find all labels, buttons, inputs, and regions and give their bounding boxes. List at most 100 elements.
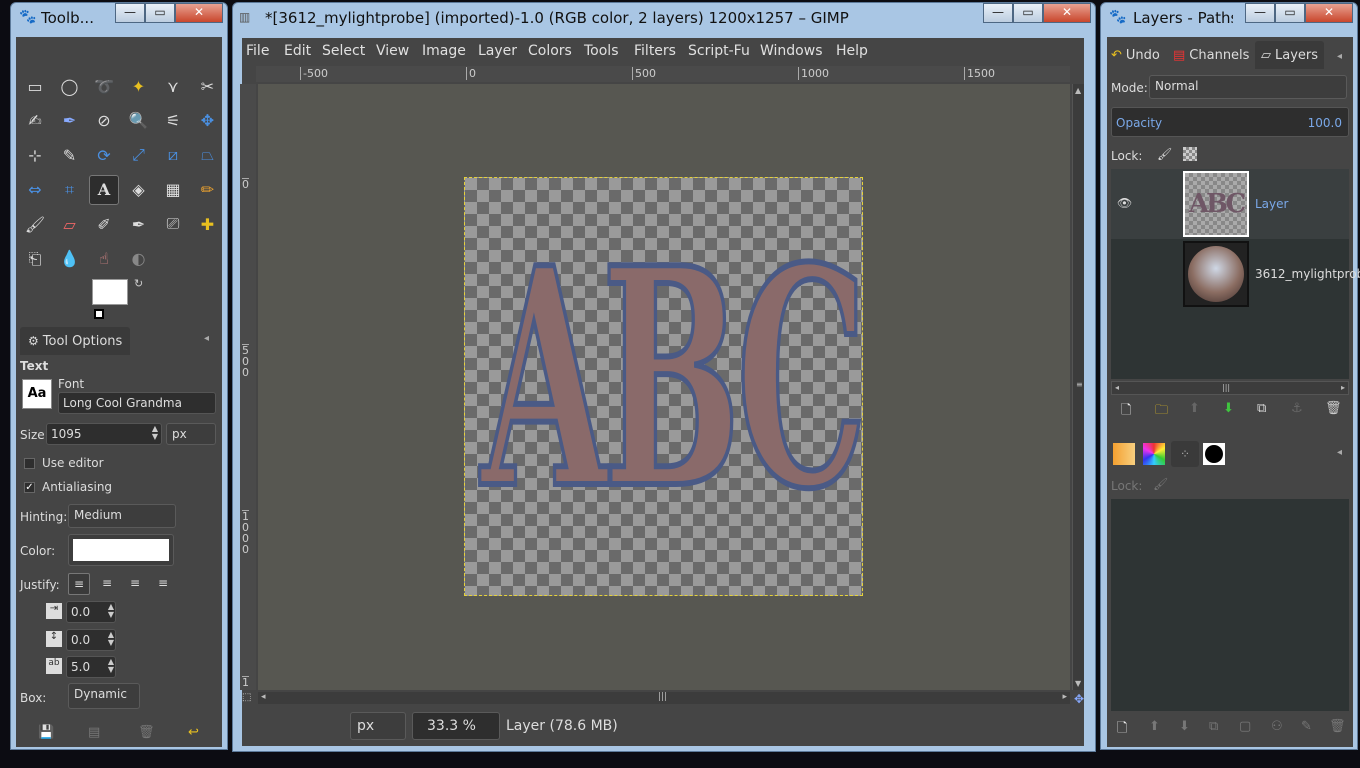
menu-view[interactable]: View bbox=[376, 43, 409, 59]
crop-tool-icon[interactable]: ✎ bbox=[55, 140, 85, 170]
save-options-icon[interactable]: 💾 bbox=[38, 725, 54, 740]
close-button[interactable]: ✕ bbox=[175, 3, 223, 23]
menu-colors[interactable]: Colors bbox=[528, 43, 572, 59]
layer-row[interactable]: 3612_mylightprobe bbox=[1111, 239, 1360, 309]
menu-image[interactable]: Image bbox=[422, 43, 466, 59]
ellipse-select-tool-icon[interactable]: ◯ bbox=[55, 71, 85, 101]
menu-file[interactable]: File bbox=[246, 43, 269, 59]
use-editor-checkbox[interactable] bbox=[24, 458, 35, 469]
panel-menu-icon[interactable]: ◂ bbox=[1337, 51, 1342, 62]
text-tool-icon[interactable]: A bbox=[89, 174, 119, 205]
blur-tool-icon[interactable]: 💧 bbox=[55, 244, 85, 274]
layers-titlebar[interactable]: 🐾 Layers - Paths — ▭ ✕ bbox=[1101, 3, 1357, 33]
perspective-tool-icon[interactable]: ⏢ bbox=[193, 140, 223, 170]
font-preview-button[interactable]: Aa bbox=[22, 379, 52, 409]
menu-windows[interactable]: Windows bbox=[760, 43, 823, 59]
brushes-tab-icon[interactable]: ⁘ bbox=[1171, 441, 1199, 467]
menu-help[interactable]: Help bbox=[836, 43, 868, 59]
select-by-color-tool-icon[interactable]: ⋎ bbox=[158, 71, 188, 101]
color-picker-tool-icon[interactable]: ⊘ bbox=[89, 106, 119, 136]
move-tool-icon[interactable]: ✥ bbox=[193, 106, 223, 136]
line-spacing-spinner[interactable]: ▲ ▼ bbox=[104, 631, 118, 647]
blend-tool-icon[interactable]: ▦ bbox=[158, 175, 188, 205]
panel-menu-icon[interactable]: ◂ bbox=[1337, 447, 1342, 458]
menu-layer[interactable]: Layer bbox=[478, 43, 517, 59]
clone-tool-icon[interactable]: ⎚ bbox=[158, 209, 188, 239]
dodge-burn-tool-icon[interactable]: ◐ bbox=[124, 244, 154, 274]
align-tool-icon[interactable]: ⊹ bbox=[20, 140, 50, 170]
zoom-tool-icon[interactable]: 🔍 bbox=[124, 106, 154, 136]
vertical-scrollbar[interactable]: ▲ ≡ ▼ bbox=[1072, 84, 1084, 690]
menu-select[interactable]: Select bbox=[322, 43, 365, 59]
hinting-select[interactable]: Medium bbox=[68, 504, 176, 528]
delete-options-icon[interactable]: 🗑 bbox=[138, 725, 155, 740]
minimize-button[interactable]: — bbox=[983, 3, 1013, 23]
menu-filters[interactable]: Filters bbox=[634, 43, 676, 59]
quick-mask-icon[interactable]: ⬚ bbox=[242, 692, 251, 703]
text-color-button[interactable] bbox=[68, 534, 174, 566]
bucket-fill-tool-icon[interactable]: ◈ bbox=[124, 175, 154, 205]
menu-tools[interactable]: Tools bbox=[584, 43, 619, 59]
zoom-select[interactable]: 33.3 % bbox=[412, 712, 500, 740]
airbrush-tool-icon[interactable]: ✐ bbox=[89, 209, 119, 239]
cage-tool-icon[interactable]: ⌗ bbox=[55, 175, 85, 205]
measure-tool-icon[interactable]: ⚟ bbox=[158, 106, 188, 136]
smudge-tool-icon[interactable]: ☝ bbox=[89, 244, 119, 274]
layer-name[interactable]: 3612_mylightprobe bbox=[1255, 267, 1360, 281]
minimize-button[interactable]: — bbox=[115, 3, 145, 23]
navigate-icon[interactable]: ✥ bbox=[1074, 692, 1084, 706]
eraser-tool-icon[interactable]: ▱ bbox=[55, 209, 85, 239]
rect-select-tool-icon[interactable]: ▭ bbox=[20, 71, 50, 101]
lock-alpha-icon[interactable] bbox=[1183, 147, 1197, 161]
tab-layers[interactable]: ▱ Layers bbox=[1255, 41, 1325, 69]
justify-center-button[interactable]: ≡ bbox=[124, 573, 146, 595]
lower-layer-icon[interactable]: ⬇ bbox=[1223, 401, 1234, 416]
lock-pixels-icon[interactable]: 🖌 bbox=[1157, 147, 1172, 161]
maximize-button[interactable]: ▭ bbox=[145, 3, 175, 23]
channel-to-selection-icon[interactable]: ▢ bbox=[1239, 719, 1251, 734]
antialiasing-checkbox[interactable]: ✓ bbox=[24, 482, 35, 493]
visibility-eye-icon[interactable]: 👁 bbox=[1117, 196, 1132, 210]
pencil-tool-icon[interactable]: ✏ bbox=[193, 175, 223, 205]
lower-channel-icon[interactable]: ⬇ bbox=[1179, 719, 1190, 734]
scale-tool-icon[interactable]: ⤢ bbox=[124, 140, 154, 170]
heal-tool-icon[interactable]: ✚ bbox=[193, 209, 223, 239]
fuzzy-select-tool-icon[interactable]: ✦ bbox=[124, 71, 154, 101]
mode-select[interactable]: Normal bbox=[1149, 75, 1347, 99]
perspective-clone-tool-icon[interactable]: ⎗ bbox=[20, 244, 50, 274]
tab-undo[interactable]: ↶ Undo bbox=[1111, 41, 1160, 69]
justify-right-button[interactable]: ≡ bbox=[96, 573, 118, 595]
swap-colors-icon[interactable]: ↻ bbox=[134, 277, 143, 290]
box-select[interactable]: Dynamic bbox=[68, 683, 140, 709]
foreground-select-tool-icon[interactable]: ✍ bbox=[20, 106, 50, 136]
duplicate-layer-icon[interactable]: ⧉ bbox=[1257, 401, 1266, 416]
delete-channel-icon[interactable]: 🗑 bbox=[1329, 719, 1346, 734]
toolbox-titlebar[interactable]: 🐾 Toolb... — ▭ ✕ bbox=[11, 3, 227, 33]
layer-name[interactable]: Layer bbox=[1255, 197, 1288, 211]
indent-spinner[interactable]: ▲ ▼ bbox=[104, 603, 118, 619]
new-layer-icon[interactable]: 🗋 bbox=[1121, 401, 1131, 423]
edit-mask-icon[interactable]: ⚇ bbox=[1271, 719, 1283, 734]
brush-edit-icon[interactable]: ✎ bbox=[1301, 719, 1312, 734]
tab-channels[interactable]: ▤ Channels bbox=[1173, 41, 1249, 69]
justify-fill-button[interactable]: ≡ bbox=[152, 573, 174, 595]
close-button[interactable]: ✕ bbox=[1043, 3, 1091, 23]
horizontal-scrollbar[interactable]: ◂ ||| ▸ bbox=[258, 692, 1070, 704]
circle-brush-tab-icon[interactable] bbox=[1203, 443, 1225, 465]
new-channel-icon[interactable]: 🗋 bbox=[1117, 719, 1127, 741]
foreground-color-swatch[interactable] bbox=[92, 279, 128, 305]
raise-layer-icon[interactable]: ⬆ bbox=[1189, 401, 1200, 416]
default-colors-icon[interactable] bbox=[94, 309, 104, 319]
reset-options-icon[interactable]: ↩ bbox=[188, 725, 199, 740]
opacity-slider[interactable]: Opacity 100.0 bbox=[1111, 107, 1349, 137]
duplicate-channel-icon[interactable]: ⧉ bbox=[1209, 719, 1218, 734]
delete-layer-icon[interactable]: 🗑 bbox=[1325, 401, 1342, 416]
paths-tool-icon[interactable]: ✒ bbox=[55, 106, 85, 136]
layer-list-scrollbar[interactable]: ◂ ||| ▸ bbox=[1111, 381, 1349, 395]
letter-spacing-spinner[interactable]: ▲ ▼ bbox=[104, 658, 118, 674]
minimize-button[interactable]: — bbox=[1245, 3, 1275, 23]
raise-channel-icon[interactable]: ⬆ bbox=[1149, 719, 1160, 734]
tab-tool-options[interactable]: ⚙ Tool Options bbox=[20, 327, 131, 355]
anchor-layer-icon[interactable]: ⚓ bbox=[1291, 401, 1303, 416]
ink-tool-icon[interactable]: ✒ bbox=[124, 209, 154, 239]
